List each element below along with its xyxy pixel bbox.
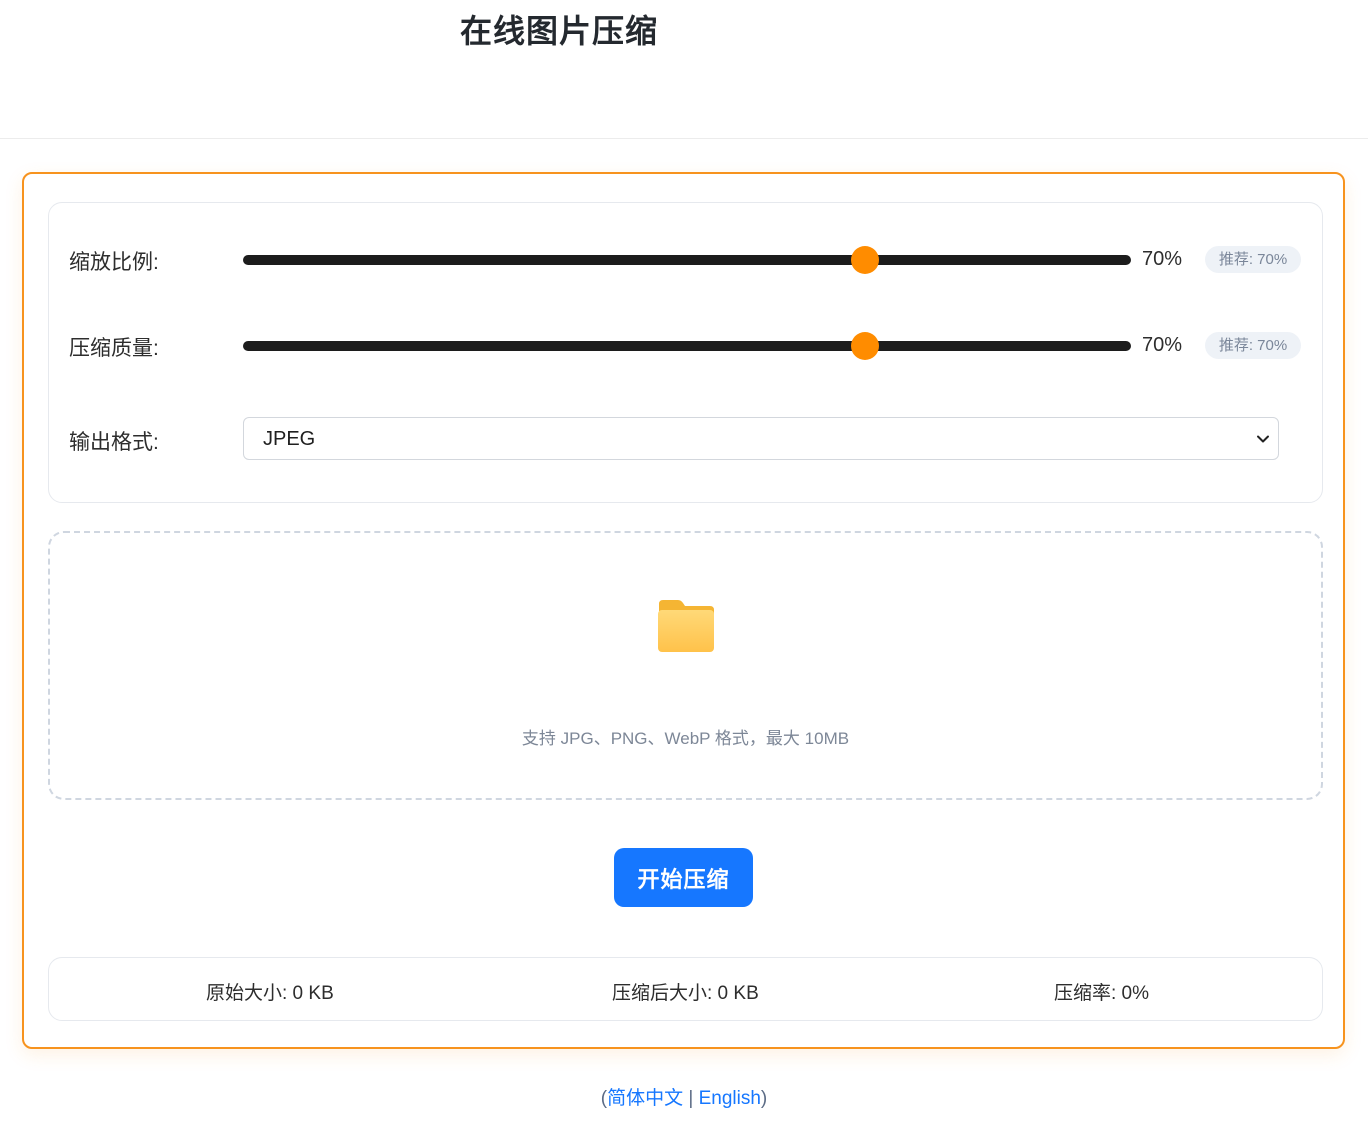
settings-panel: 缩放比例: 70% 推荐: 70% 压缩质量: 70% 推荐: 70% 输出格式… bbox=[48, 202, 1323, 503]
scale-recommend-badge: 推荐: 70% bbox=[1205, 246, 1301, 273]
lang-separator: | bbox=[683, 1088, 699, 1109]
compressor-card: 缩放比例: 70% 推荐: 70% 压缩质量: 70% 推荐: 70% 输出格式… bbox=[22, 172, 1345, 1049]
original-size: 原始大小: 0 KB bbox=[206, 983, 334, 1004]
compressed-size: 压缩后大小: 0 KB bbox=[612, 983, 759, 1004]
quality-label: 压缩质量: bbox=[69, 337, 159, 360]
upload-dropzone[interactable]: 支持 JPG、PNG、WebP 格式，最大 10MB bbox=[48, 531, 1323, 800]
start-compress-button[interactable]: 开始压缩 bbox=[614, 848, 753, 907]
quality-value: 70% bbox=[1142, 334, 1183, 356]
quality-slider[interactable] bbox=[243, 332, 1131, 360]
quality-recommend-badge: 推荐: 70% bbox=[1205, 332, 1301, 359]
scale-slider[interactable] bbox=[243, 246, 1131, 274]
format-selected-value: JPEG bbox=[263, 428, 316, 450]
compression-ratio: 压缩率: 0% bbox=[1054, 983, 1150, 1004]
quality-slider-thumb[interactable] bbox=[850, 332, 879, 360]
format-label: 输出格式: bbox=[69, 431, 159, 454]
language-switcher: (简体中文 | English) bbox=[0, 1083, 1368, 1110]
header-divider bbox=[0, 138, 1368, 139]
scale-label: 缩放比例: bbox=[69, 251, 159, 274]
lang-link-en[interactable]: English bbox=[699, 1088, 761, 1109]
scale-value: 70% bbox=[1142, 248, 1183, 270]
scale-slider-thumb[interactable] bbox=[850, 246, 879, 274]
chevron-down-icon bbox=[1257, 435, 1269, 443]
upload-hint: 支持 JPG、PNG、WebP 格式，最大 10MB bbox=[521, 729, 850, 748]
lang-link-zh[interactable]: 简体中文 bbox=[607, 1088, 683, 1109]
stats-bar: 原始大小: 0 KB 压缩后大小: 0 KB 压缩率: 0% bbox=[48, 957, 1323, 1021]
page-title: 在线图片压缩 bbox=[460, 13, 659, 49]
paren-close: ) bbox=[760, 1088, 768, 1109]
folder-icon bbox=[658, 600, 714, 652]
format-select[interactable]: JPEG bbox=[243, 417, 1279, 460]
